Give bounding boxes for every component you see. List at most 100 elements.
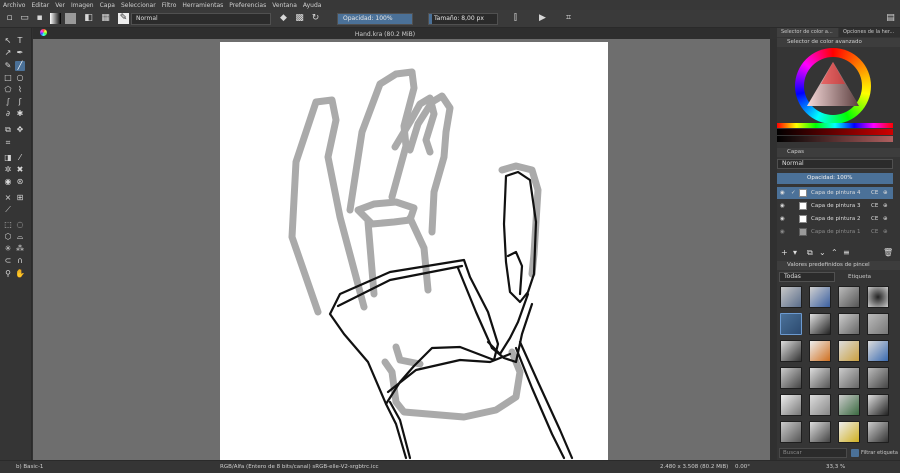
brush-preset[interactable] [838, 286, 860, 308]
brush-preset[interactable] [780, 340, 802, 362]
similar-select-icon[interactable]: ⁂ [15, 244, 25, 254]
move-up-icon[interactable]: ⌃ [831, 247, 838, 258]
hue-bar[interactable] [777, 123, 893, 128]
magnetic-select-icon[interactable]: ∩ [15, 256, 25, 266]
saturation-value-triangle[interactable] [805, 60, 861, 108]
saturation-bar[interactable] [777, 136, 893, 142]
eraser-mode-icon[interactable]: ◆ [278, 13, 289, 24]
brush-preset[interactable] [867, 286, 889, 308]
brush-preset[interactable] [809, 421, 831, 443]
menu-editar[interactable]: Editar [31, 2, 49, 9]
transform-tool-icon[interactable]: ⧉ [3, 125, 13, 135]
delete-layer-icon[interactable]: 🗑 [883, 247, 893, 258]
layer-opacity-slider[interactable]: Opacidad: 100% [777, 173, 893, 184]
edit-shapes-icon[interactable]: ↗ [3, 48, 13, 58]
duplicate-layer-icon[interactable]: ⧉ [807, 247, 813, 258]
pattern-swatch-icon[interactable] [65, 13, 76, 24]
blend-mode-combo[interactable]: Normal [131, 13, 271, 25]
menu-seleccionar[interactable]: Seleccionar [121, 2, 156, 9]
wrap-icon[interactable]: ▶ [537, 13, 548, 24]
brush-filter-combo[interactable]: Todas [779, 272, 835, 282]
eye-icon[interactable]: ◉ [780, 213, 785, 225]
color-swap-icon[interactable]: ◧ [83, 13, 94, 24]
status-zoom[interactable]: 33,3 % [826, 461, 845, 473]
canvas-scrollbar[interactable] [770, 39, 777, 460]
brush-preset[interactable] [780, 421, 802, 443]
properties-icon[interactable]: ≡ [843, 247, 850, 258]
polygon-select-icon[interactable]: ⬡ [3, 232, 13, 242]
brush-preset[interactable] [867, 394, 889, 416]
brush-preset[interactable] [780, 286, 802, 308]
menu-ventana[interactable]: Ventana [272, 2, 297, 9]
canvas-paper[interactable] [220, 42, 608, 460]
brush-preset[interactable] [780, 394, 802, 416]
brush-preset[interactable] [867, 340, 889, 362]
ellipse-select-icon[interactable]: ◌ [15, 220, 25, 230]
crop-tool-icon[interactable]: ⌗ [3, 138, 13, 148]
reload-preset-icon[interactable]: ↻ [310, 13, 321, 24]
dynamic-brush-icon[interactable]: ∂ [3, 109, 13, 119]
save-icon[interactable]: ▪ [34, 13, 45, 24]
brush-preset[interactable] [809, 367, 831, 389]
smart-patch-icon[interactable]: ✖ [15, 165, 25, 175]
bezier-tool-icon[interactable]: ∫ [3, 97, 13, 107]
fill-tool-icon[interactable]: ◉ [3, 177, 13, 187]
new-document-icon[interactable]: ▫ [4, 13, 15, 24]
freehand-select-icon[interactable]: ⌓ [15, 232, 25, 242]
eye-icon[interactable]: ◉ [780, 187, 785, 199]
menu-imagen[interactable]: Imagen [71, 2, 94, 9]
brush-preset[interactable] [838, 313, 860, 335]
brush-preset[interactable] [809, 394, 831, 416]
colorize-mask-icon[interactable]: ✲ [3, 165, 13, 175]
crop-icon[interactable]: ⌗ [563, 13, 574, 24]
calligraphy-icon[interactable]: ✒ [15, 48, 25, 58]
filter-tag-checkbox[interactable] [851, 449, 859, 457]
brush-tag-label[interactable]: Etiqueta [839, 272, 893, 282]
layer-row[interactable]: ◉ Capa de pintura 1 CE ⊕ [777, 226, 893, 238]
measure-tool-icon[interactable]: ⟋ [3, 205, 13, 215]
open-folder-icon[interactable]: ▭ [19, 13, 30, 24]
zoom-tool-icon[interactable]: ⚲ [3, 269, 13, 279]
perspective-grid-icon[interactable]: ⊞ [15, 193, 25, 203]
ellipse-tool-icon[interactable]: ○ [15, 73, 25, 83]
mirror-icon[interactable]: ⫿ [510, 13, 521, 24]
line-tool-icon[interactable]: ╱ [15, 61, 25, 71]
tab-tool-options[interactable]: Opciones de la her... [839, 28, 900, 37]
add-layer-icon[interactable]: + [781, 247, 788, 258]
move-down-icon[interactable]: ⌄ [819, 247, 826, 258]
hue-ring[interactable] [795, 48, 871, 124]
brush-preset[interactable] [809, 313, 831, 335]
brush-preset[interactable] [809, 340, 831, 362]
assistant-tool-icon[interactable]: ⨯ [3, 193, 13, 203]
layer-row[interactable]: ◉ ✓ Capa de pintura 4 CE ⊕ [777, 187, 893, 199]
rectangle-tool-icon[interactable]: □ [3, 73, 13, 83]
move-tool-icon[interactable]: ✥ [15, 125, 25, 135]
fill-style-icon[interactable]: ▦ [100, 13, 111, 24]
menu-ver[interactable]: Ver [55, 2, 65, 9]
alpha-lock-icon[interactable]: ⊕ [883, 213, 888, 225]
brush-preset-icon[interactable]: ✎ [118, 13, 129, 24]
gradient-tool-icon[interactable]: ◨ [3, 153, 13, 163]
eye-icon[interactable]: ◉ [780, 200, 785, 212]
menu-filtro[interactable]: Filtro [162, 2, 177, 9]
brush-preset[interactable] [838, 421, 860, 443]
freehand-path-icon[interactable]: ʃ [15, 97, 25, 107]
menu-preferencias[interactable]: Preferencias [229, 2, 266, 9]
brush-search-input[interactable]: Buscar [779, 448, 847, 458]
gradient-swatch-icon[interactable] [50, 13, 61, 24]
enclose-fill-icon[interactable]: ⊛ [15, 177, 25, 187]
brush-preset[interactable] [780, 367, 802, 389]
alpha-lock-icon[interactable]: ⊕ [883, 200, 888, 212]
workspace-icon[interactable]: ▤ [885, 13, 896, 24]
polygon-tool-icon[interactable]: ⬠ [3, 85, 13, 95]
color-picker-icon[interactable]: ⁄ [15, 153, 25, 163]
brush-preset[interactable] [780, 313, 802, 335]
tab-color-selector[interactable]: Selector de color a... [777, 28, 838, 37]
menu-archivo[interactable]: Archivo [3, 2, 25, 9]
size-slider[interactable]: Tamaño: 8,00 px [428, 13, 498, 25]
freehand-brush-icon[interactable]: ✎ [3, 61, 13, 71]
eye-icon[interactable]: ◉ [780, 226, 785, 238]
menu-herramientas[interactable]: Herramientas [182, 2, 223, 9]
alpha-lock-icon[interactable]: ⊕ [883, 226, 888, 238]
opacity-slider[interactable]: Opacidad: 100% [337, 13, 413, 25]
